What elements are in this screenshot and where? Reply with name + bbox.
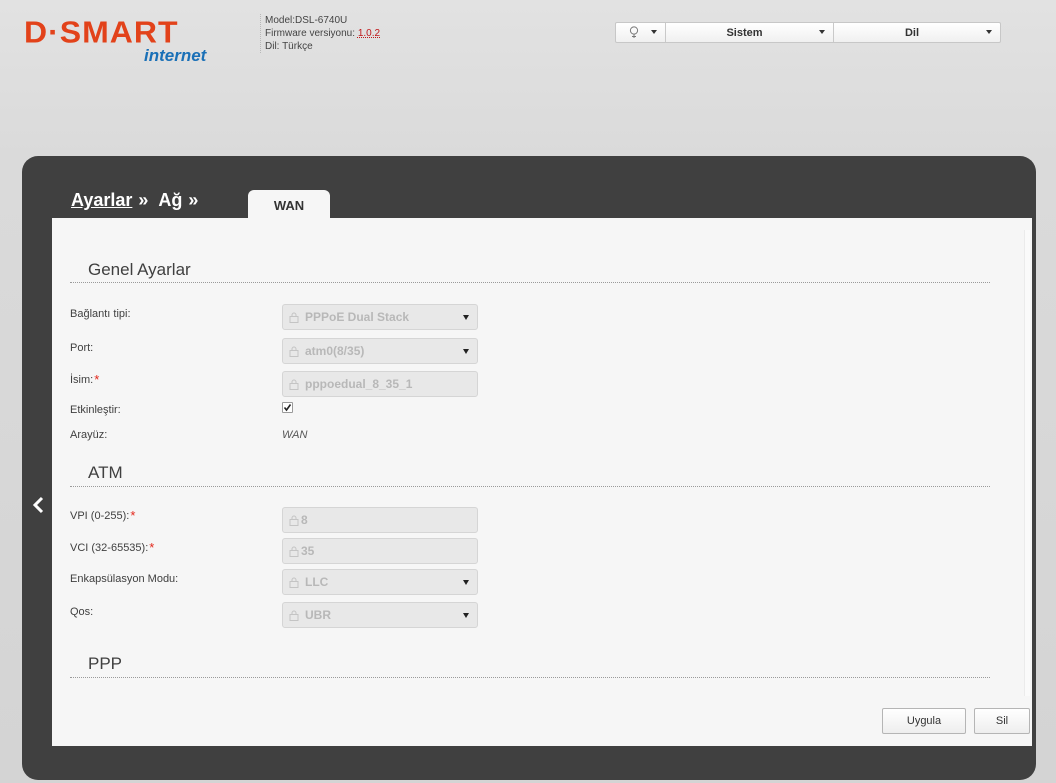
chevron-down-icon — [986, 30, 992, 34]
port-label: Port: — [70, 342, 94, 354]
model-value: DSL-6740U — [295, 15, 348, 26]
logo-sub-text: internet — [144, 46, 207, 65]
model-line: Model:DSL-6740U — [265, 14, 380, 27]
firmware-value: 1.0.2 — [357, 28, 381, 39]
name-label: İsim:* — [70, 372, 100, 389]
section-divider — [70, 486, 990, 487]
firmware-line: Firmware versiyonu: 1.0.2 — [265, 27, 380, 40]
interface-label: Arayüz: — [70, 429, 108, 441]
name-label-text: İsim: — [70, 374, 94, 386]
scrollbar[interactable] — [1024, 230, 1030, 696]
connection-type-label: Bağlantı tipi: — [70, 308, 131, 320]
lock-icon — [289, 546, 299, 557]
section-title-atm: ATM — [88, 463, 123, 482]
section-title-ppp: PPP — [88, 654, 123, 673]
device-info: Model:DSL-6740U Firmware versiyonu: 1.0.… — [260, 14, 380, 53]
top-menu: Sistem Dil — [615, 22, 1001, 43]
language-value: Türkçe — [282, 41, 313, 52]
back-arrow-icon[interactable] — [30, 494, 46, 516]
hint-menu[interactable] — [616, 23, 666, 42]
language-line: Dil: Türkçe — [265, 40, 380, 53]
lightbulb-icon — [629, 26, 638, 38]
section-divider — [70, 282, 990, 283]
breadcrumb-settings-link[interactable]: Ayarlar — [71, 190, 132, 211]
chevron-down-icon — [819, 30, 825, 34]
system-menu-label: Sistem — [726, 26, 763, 39]
model-label: Model: — [265, 15, 296, 26]
lock-icon — [289, 515, 299, 526]
breadcrumb: Ayarlar » Ağ » — [71, 190, 204, 216]
checkmark-icon — [283, 404, 292, 412]
qos-label: Qos: — [70, 606, 94, 618]
vpi-label-text: VPI (0-255): — [70, 510, 130, 522]
enable-checkbox[interactable] — [282, 402, 293, 413]
chevron-down-icon — [651, 30, 657, 34]
system-menu[interactable]: Sistem — [666, 23, 834, 42]
lock-icon — [289, 610, 299, 621]
apply-button[interactable]: Uygula — [882, 708, 966, 734]
tab-wan[interactable]: WAN — [248, 190, 330, 220]
section-title-general: Genel Ayarlar — [88, 260, 191, 279]
language-menu-label: Dil — [904, 26, 920, 39]
encapsulation-label: Enkapsülasyon Modu: — [70, 573, 179, 585]
language-label: Dil: — [265, 41, 280, 52]
connection-type-value: PPPoE Dual Stack — [305, 310, 410, 324]
vci-input[interactable]: 35 — [282, 538, 478, 564]
port-value: atm0(8/35) — [305, 344, 365, 358]
qos-select[interactable]: UBR — [282, 602, 478, 628]
dropdown-arrow-icon — [463, 315, 469, 320]
port-select[interactable]: atm0(8/35) — [282, 338, 478, 364]
delete-button[interactable]: Sil — [974, 708, 1030, 734]
firmware-label: Firmware versiyonu: — [265, 28, 356, 39]
lock-icon — [289, 577, 299, 588]
vpi-input[interactable]: 8 — [282, 507, 478, 533]
vpi-value: 8 — [301, 513, 308, 527]
dropdown-arrow-icon — [463, 349, 469, 354]
lock-icon — [289, 379, 299, 390]
dropdown-arrow-icon — [463, 580, 469, 585]
breadcrumb-separator: » — [188, 190, 199, 210]
vci-value: 35 — [301, 544, 315, 558]
lock-icon — [289, 346, 299, 357]
encapsulation-value: LLC — [305, 575, 329, 589]
required-mark: * — [130, 508, 136, 523]
dsmart-logo: D·SMART internet — [24, 14, 254, 70]
logo-main-text: D·SMART — [24, 14, 179, 50]
required-mark: * — [149, 540, 155, 555]
qos-value: UBR — [305, 608, 331, 622]
enable-label: Etkinleştir: — [70, 404, 121, 416]
wan-settings-panel: Genel Ayarlar Bağlantı tipi: PPPoE Dual … — [52, 218, 1032, 746]
name-input[interactable]: pppoedual_8_35_1 — [282, 371, 478, 397]
vpi-label: VPI (0-255):* — [70, 508, 136, 525]
dropdown-arrow-icon — [463, 613, 469, 618]
lock-icon — [289, 312, 299, 323]
required-mark: * — [94, 372, 100, 387]
interface-value: WAN — [282, 429, 308, 441]
vci-label-text: VCI (32-65535): — [70, 542, 149, 554]
encapsulation-select[interactable]: LLC — [282, 569, 478, 595]
breadcrumb-separator: » — [138, 190, 149, 210]
section-divider — [70, 677, 990, 678]
breadcrumb-network: Ağ — [158, 190, 183, 210]
language-menu[interactable]: Dil — [834, 23, 1000, 42]
vci-label: VCI (32-65535):* — [70, 540, 155, 557]
name-value: pppoedual_8_35_1 — [305, 377, 413, 391]
connection-type-select[interactable]: PPPoE Dual Stack — [282, 304, 478, 330]
